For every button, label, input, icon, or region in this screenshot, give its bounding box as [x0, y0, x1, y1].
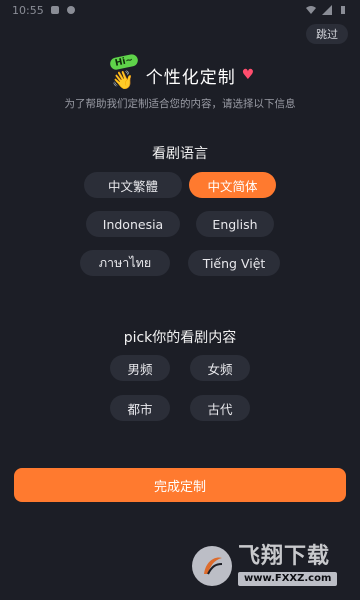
skip-button[interactable]: 跳过: [306, 24, 348, 44]
status-bar: 10:55: [0, 0, 360, 20]
hand-icon: 👋: [111, 70, 135, 91]
header: Hi~ 👋 个性化定制 ♥ 为了帮助我们定制适合您的内容，请选择以下信息: [0, 53, 360, 111]
watermark-text: 飞翔下载 www.FXXZ.com: [238, 544, 338, 586]
watermark-url: www.FXXZ.com: [238, 572, 338, 586]
status-time: 10:55: [12, 3, 44, 17]
content-section-title: pick你的看剧内容: [123, 330, 237, 346]
language-section-title: 看剧语言: [152, 146, 208, 162]
watermark-logo-icon: [192, 546, 232, 586]
content-option-male[interactable]: 男频: [110, 355, 170, 381]
language-option-traditional-chinese[interactable]: 中文繁體: [84, 172, 182, 198]
title-row: Hi~ 👋 个性化定制 ♥: [0, 53, 360, 92]
page-title: 个性化定制: [145, 67, 236, 88]
waving-hand-icon: Hi~ 👋: [106, 53, 140, 92]
complete-button[interactable]: 完成定制: [14, 468, 346, 502]
language-option-indonesia[interactable]: Indonesia: [86, 211, 180, 237]
battery-icon: [341, 6, 345, 14]
wifi-icon: [306, 6, 316, 14]
heart-icon: ♥: [241, 67, 255, 83]
hi-bubble: Hi~: [108, 53, 139, 71]
content-option-urban[interactable]: 都市: [110, 395, 170, 421]
signal-icon: [322, 5, 332, 15]
language-option-english[interactable]: English: [196, 211, 274, 237]
content-option-ancient[interactable]: 古代: [190, 395, 250, 421]
content-option-female[interactable]: 女频: [190, 355, 250, 381]
notification-icon: [50, 6, 59, 14]
media-icon: [66, 6, 75, 14]
watermark-main-text: 飞翔下载: [238, 544, 331, 569]
watermark: 飞翔下载 www.FXXZ.com: [192, 538, 350, 594]
language-option-thai[interactable]: ภาษาไทย: [80, 250, 170, 276]
page-subtitle: 为了帮助我们定制适合您的内容，请选择以下信息: [64, 98, 296, 110]
language-option-simplified-chinese[interactable]: 中文简体: [189, 172, 276, 198]
language-option-vietnamese[interactable]: Tiếng Việt: [188, 250, 280, 276]
